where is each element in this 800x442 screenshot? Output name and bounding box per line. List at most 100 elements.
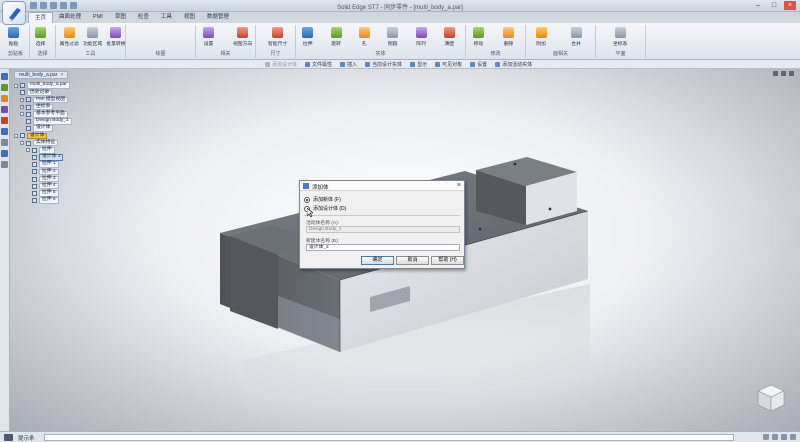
tree-node[interactable]: 设计体 1 — [14, 154, 104, 161]
collapse-icon[interactable]: - — [26, 148, 30, 153]
tab-1[interactable]: 曲面处理 — [53, 12, 87, 23]
ribbon-button-7-0[interactable]: 移动 — [473, 27, 484, 47]
help-button[interactable]: 帮助 (H) — [431, 256, 464, 265]
tree-node[interactable]: - 实体特征 — [14, 139, 104, 147]
ribbon-button-7-1[interactable]: 删除 — [503, 27, 514, 47]
document-tab[interactable]: multi_body_a.par × — [14, 71, 69, 79]
collapse-icon[interactable]: - — [14, 83, 18, 88]
command-bar-item-7[interactable]: 添加活动实体 — [492, 60, 535, 69]
command-bar-item-5[interactable]: 可见对象 — [432, 60, 465, 69]
tree-node-label: multi_body_a.par — [27, 82, 70, 89]
collapse-icon[interactable]: - — [14, 133, 18, 138]
ok-button[interactable]: 确定 — [361, 256, 394, 265]
ribbon-button-6-3[interactable]: 倒圆 — [387, 27, 399, 47]
view-cube-icon[interactable] — [756, 383, 786, 417]
dialog-close-icon[interactable]: × — [457, 182, 461, 189]
tree-node[interactable]: + PMI 模型视图 — [14, 96, 104, 104]
command-bar-item-2[interactable]: 插入 — [337, 60, 360, 69]
teamcenter-icon[interactable] — [1, 106, 8, 113]
tree-node[interactable]: - 拉伸 — [14, 147, 104, 154]
expand-icon[interactable]: + — [20, 97, 24, 102]
ribbon-button-label: 设置 — [203, 42, 214, 47]
tree-node[interactable]: - multi_body_a.par — [14, 82, 104, 89]
viewport-close-icon[interactable] — [789, 71, 794, 76]
ribbon-button-6-1[interactable]: 旋转 — [330, 27, 342, 47]
tree-node[interactable]: 拉伸 4 — [14, 182, 104, 190]
radio-new-body[interactable]: 添加新体 (F) — [304, 196, 341, 203]
tree-node[interactable]: 历史记录 — [14, 89, 104, 97]
tab-0[interactable]: 主页 — [28, 12, 54, 23]
ribbon-button-2-2[interactable]: 批量转换 — [106, 27, 126, 47]
ribbon-button-9-0[interactable]: 坐标系 — [613, 27, 627, 47]
tree-node[interactable]: - 设计体 — [14, 132, 104, 140]
pan-icon[interactable] — [772, 434, 778, 440]
ribbon-button-label: 旋转 — [331, 42, 341, 47]
command-bar-item-4[interactable]: 显示 — [407, 60, 430, 69]
expand-icon[interactable]: + — [20, 105, 24, 110]
ribbon-button-6-2[interactable]: 孔 — [358, 27, 370, 47]
radio-button[interactable] — [304, 196, 310, 203]
ribbon-button-6-5[interactable]: 薄壁 — [443, 27, 455, 47]
viewport-minimize-icon[interactable] — [773, 71, 778, 76]
new-body-name-input[interactable]: 设计体_2 — [306, 244, 460, 251]
ribbon-button-label: 移动 — [473, 42, 484, 47]
command-bar-item-3[interactable]: 当前设计实体 — [362, 60, 405, 69]
maximize-icon[interactable]: □ — [768, 1, 780, 10]
query-icon[interactable] — [1, 150, 8, 157]
ribbon-group-8: 附加 合并 面相关 — [526, 25, 596, 58]
tab-4[interactable]: 检查 — [132, 12, 155, 23]
ribbon-button-8-0[interactable]: 附加 — [535, 27, 547, 47]
ribbon-button-2-1[interactable]: 功能区域 — [83, 27, 102, 47]
sensors-icon[interactable] — [1, 95, 8, 102]
command-finder-input[interactable] — [44, 434, 734, 441]
history-icon[interactable] — [1, 139, 8, 146]
app-logo[interactable] — [2, 1, 26, 25]
tree-node[interactable]: 设计体 — [14, 125, 104, 132]
tab-5[interactable]: 工具 — [155, 12, 178, 23]
ribbon-button-2-0[interactable]: 属性过滤 — [60, 27, 79, 47]
help-icon[interactable] — [1, 161, 8, 168]
ribbon-button-0-0[interactable]: 粘贴 — [8, 27, 19, 47]
collapse-icon[interactable]: - — [20, 112, 24, 117]
ribbon-button-4-0[interactable]: 设置 — [203, 27, 214, 47]
viewport-restore-icon[interactable] — [781, 71, 786, 76]
tree-item-icon — [20, 133, 25, 139]
collapse-icon[interactable]: - — [20, 141, 24, 146]
tree-node[interactable]: 拉伸 5 — [14, 190, 104, 197]
command-bar-item-1[interactable]: 文件属性 — [302, 60, 335, 69]
dialog-separator — [304, 215, 460, 216]
layers-icon[interactable] — [1, 84, 8, 91]
ribbon-button-4-1[interactable]: 视图方向 — [233, 27, 252, 47]
tree-node[interactable]: - 基本参考平面 — [14, 111, 104, 118]
close-icon[interactable]: × — [784, 1, 796, 10]
features-icon[interactable] — [1, 128, 8, 135]
tab-3[interactable]: 草图 — [109, 12, 132, 23]
tab-7[interactable]: 数据管理 — [201, 12, 235, 23]
tree-node[interactable]: Design Body_1 — [14, 118, 104, 125]
ribbon-button-1-0[interactable]: 选择 — [35, 27, 46, 47]
command-bar: 添加设计体 文件属性 插入 当前设计实体 显示 可见对象 设置 添加活动实体 — [0, 60, 800, 69]
rotate-icon[interactable] — [781, 434, 787, 440]
pathfinder-icon[interactable] — [1, 73, 8, 80]
command-bar-item-6[interactable]: 设置 — [467, 60, 490, 69]
tree-node[interactable]: + 坐标系 — [14, 103, 104, 111]
tree-node[interactable]: 拉伸 6 — [14, 197, 104, 204]
tree-node[interactable]: 拉伸 1 — [14, 161, 104, 168]
ribbon-button-6-0[interactable]: 拉伸 — [302, 27, 314, 47]
command-bar-item-0[interactable]: 添加设计体 — [262, 60, 300, 69]
tree-node[interactable]: 拉伸 2 — [14, 168, 104, 176]
document-close-icon[interactable]: × — [60, 72, 63, 79]
library-icon[interactable] — [1, 117, 8, 124]
tree-node-label: 拉伸 3 — [39, 175, 59, 183]
tab-6[interactable]: 视图 — [178, 12, 201, 23]
ribbon-button-6-4[interactable]: 阵列 — [415, 27, 427, 47]
cancel-button[interactable]: 取消 — [396, 256, 429, 265]
zoom-icon[interactable] — [763, 434, 769, 440]
tab-2[interactable]: PMI — [87, 12, 109, 23]
ribbon-button-8-1[interactable]: 合并 — [570, 27, 582, 47]
ribbon-button-5-0[interactable]: 智能尺寸 — [268, 27, 287, 47]
tree-node[interactable]: 拉伸 3 — [14, 175, 104, 183]
tree-item-icon — [26, 111, 31, 117]
fit-icon[interactable] — [790, 434, 796, 440]
minimize-icon[interactable]: – — [752, 1, 764, 10]
